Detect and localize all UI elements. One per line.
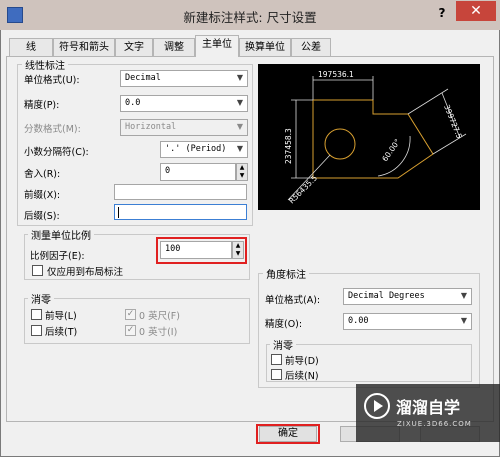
tab-lines[interactable]: 线 — [9, 38, 53, 56]
zero-suppress-legend: 消零 — [28, 291, 54, 306]
window-title: 新建标注样式: 尺寸设置 — [183, 10, 317, 25]
scale-factor-value: 100 — [165, 244, 181, 254]
watermark-brand: 溜溜自学 — [396, 398, 461, 417]
angular-trailing-label: 后续(N) — [285, 371, 319, 382]
text-caret — [118, 207, 119, 218]
scale-factor-input[interactable]: 100 — [160, 241, 232, 259]
scale-factor-spinner[interactable]: ▲ ▼ — [232, 241, 244, 259]
zero-feet-checkbox[interactable]: ✓ — [125, 309, 136, 320]
round-label: 舍入(R): — [24, 169, 61, 180]
unit-format-value: Decimal — [125, 73, 161, 83]
spin-up-icon[interactable]: ▲ — [233, 242, 243, 250]
prefix-label: 前缀(X): — [24, 190, 61, 201]
round-spinner[interactable]: ▲ ▼ — [236, 163, 248, 181]
tab-symbols-arrows[interactable]: 符号和箭头 — [53, 38, 115, 56]
unit-format-select[interactable]: Decimal — [120, 70, 248, 87]
zero-inches-label: 0 英寸(I) — [139, 327, 178, 338]
precision-select[interactable]: 0.0 — [120, 95, 248, 112]
precision-value: 0.0 — [125, 98, 141, 108]
chevron-down-icon: ▼ — [236, 122, 244, 131]
chevron-down-icon: ▼ — [460, 316, 468, 325]
tab-text[interactable]: 文字 — [115, 38, 153, 56]
fraction-format-select[interactable]: Horizontal — [120, 119, 248, 136]
help-button[interactable]: ? — [430, 3, 454, 23]
angular-unit-format-select[interactable]: Decimal Degrees — [343, 288, 472, 305]
fraction-format-value: Horizontal — [125, 122, 177, 132]
angular-unit-format-label: 单位格式(A): — [265, 295, 321, 306]
precision-label: 精度(P): — [24, 100, 60, 111]
angular-leading-label: 前导(D) — [285, 356, 319, 367]
layout-only-checkbox[interactable] — [32, 265, 43, 276]
angular-precision-value: 0.00 — [348, 316, 369, 326]
angular-leading-checkbox[interactable] — [271, 354, 282, 365]
prefix-input[interactable] — [114, 184, 247, 200]
tab-primary-units[interactable]: 主单位 — [195, 35, 239, 57]
leading-zero-label: 前导(L) — [45, 311, 77, 322]
suffix-input[interactable] — [114, 204, 247, 220]
scale-group-legend: 测量单位比例 — [28, 227, 94, 242]
zero-feet-label: 0 英尺(F) — [139, 311, 180, 322]
decimal-sep-value: '.' (Period) — [165, 144, 227, 154]
chevron-down-icon: ▼ — [236, 98, 244, 107]
unit-format-label: 单位格式(U): — [24, 75, 80, 86]
angular-unit-format-value: Decimal Degrees — [348, 291, 425, 301]
close-button[interactable]: ✕ — [456, 1, 496, 21]
round-value: 0 — [165, 166, 171, 176]
zero-inches-checkbox[interactable]: ✓ — [125, 325, 136, 336]
round-input[interactable]: 0 — [160, 163, 236, 181]
chevron-down-icon: ▼ — [236, 144, 244, 153]
tab-alternate-units[interactable]: 换算单位 — [239, 38, 291, 56]
fraction-format-label: 分数格式(M): — [24, 124, 81, 135]
play-logo-icon — [364, 393, 390, 419]
tab-fit[interactable]: 调整 — [153, 38, 195, 56]
watermark-url: ZIXUE.3D66.COM — [397, 420, 472, 428]
angular-group-legend: 角度标注 — [263, 266, 309, 281]
ok-button[interactable]: 确定 — [259, 426, 317, 442]
trailing-zero-checkbox[interactable] — [31, 325, 42, 336]
linear-group-legend: 线性标注 — [22, 57, 68, 72]
decimal-sep-label: 小数分隔符(C): — [24, 147, 89, 158]
leading-zero-checkbox[interactable] — [31, 309, 42, 320]
tab-tolerances[interactable]: 公差 — [291, 38, 331, 56]
dim-top-text: 197536.1 — [318, 70, 354, 79]
dim-left-text: 237458.3 — [284, 128, 293, 164]
spin-down-icon[interactable]: ▼ — [237, 172, 247, 180]
angular-trailing-checkbox[interactable] — [271, 369, 282, 380]
trailing-zero-label: 后续(T) — [45, 327, 78, 338]
chevron-down-icon: ▼ — [236, 73, 244, 82]
dimension-preview: 197536.1 237458.3 399727.5 R56435.5 60.0… — [258, 64, 480, 210]
angular-precision-select[interactable]: 0.00 — [343, 313, 472, 330]
scale-factor-label: 比例因子(E): — [30, 251, 85, 262]
spin-down-icon[interactable]: ▼ — [233, 250, 243, 258]
suffix-label: 后缀(S): — [24, 211, 60, 222]
angular-precision-label: 精度(O): — [265, 319, 303, 330]
layout-only-label: 仅应用到布局标注 — [47, 267, 124, 278]
spin-up-icon[interactable]: ▲ — [237, 164, 247, 172]
angular-zero-legend: 消零 — [270, 337, 296, 352]
chevron-down-icon: ▼ — [460, 291, 468, 300]
